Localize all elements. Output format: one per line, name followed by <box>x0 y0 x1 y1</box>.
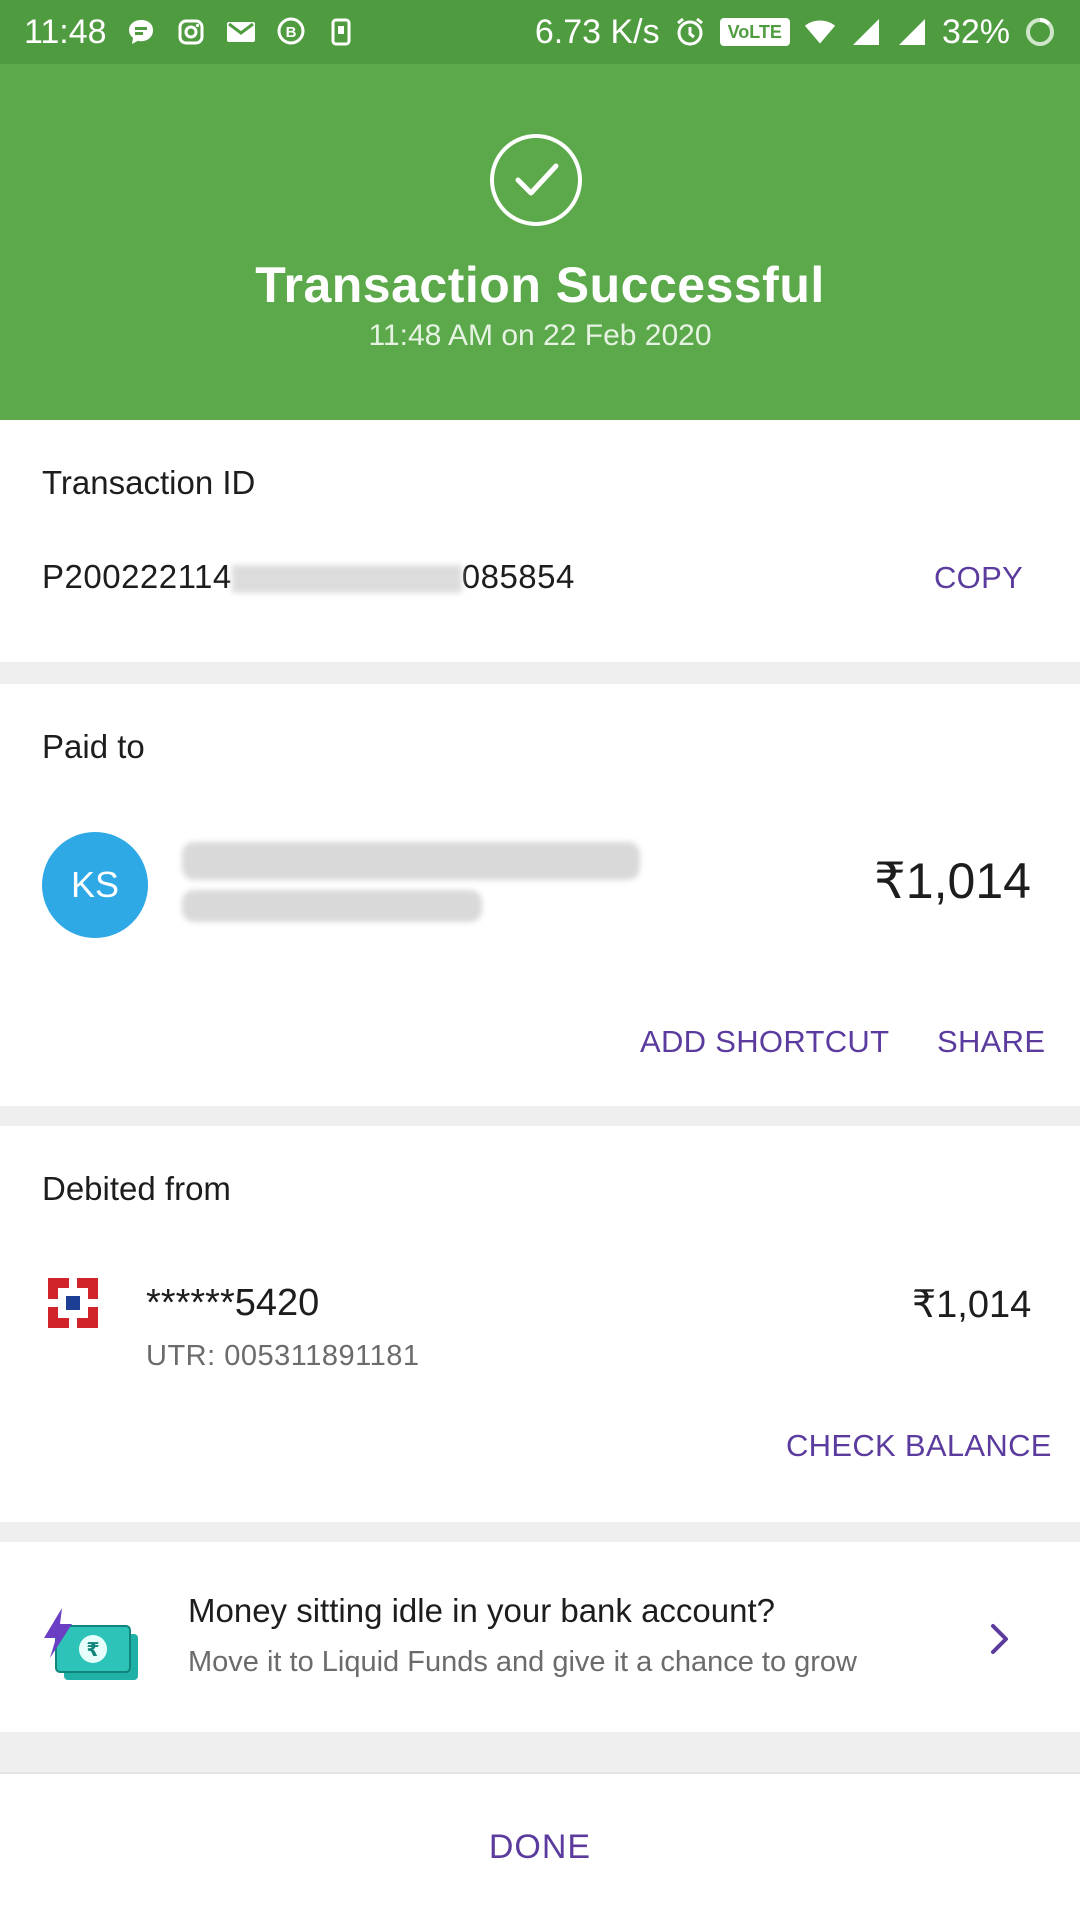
account-number: ******5420 <box>146 1282 320 1324</box>
share-button[interactable]: SHARE <box>937 1024 1045 1060</box>
check-balance-button[interactable]: CHECK BALANCE <box>786 1428 1052 1464</box>
chevron-right-icon <box>988 1622 1012 1661</box>
utr-number: UTR: 005311891181 <box>146 1340 420 1372</box>
liquid-funds-promo[interactable]: ₹ Money sitting idle in your bank accoun… <box>0 1542 1080 1732</box>
promo-title: Money sitting idle in your bank account? <box>188 1592 776 1629</box>
network-speed: 6.73 K/s <box>534 12 660 51</box>
wifi-icon <box>804 16 836 48</box>
signal-icon <box>850 16 882 48</box>
transaction-id-label: Transaction ID <box>42 464 256 501</box>
gmail-icon <box>225 16 257 48</box>
paid-amount: ₹1,014 <box>874 853 1031 909</box>
status-bar: 11:48 B 6.73 K/s VoLTE 32% <box>0 0 1080 64</box>
bank-logo-icon <box>48 1278 98 1328</box>
done-bar: DONE <box>0 1772 1080 1920</box>
add-shortcut-button[interactable]: ADD SHORTCUT <box>640 1024 889 1060</box>
promo-subtitle: Move it to Liquid Funds and give it a ch… <box>188 1646 857 1678</box>
transaction-id-suffix: 085854 <box>461 558 575 595</box>
success-header: Transaction Successful 11:48 AM on 22 Fe… <box>0 64 1080 420</box>
transaction-id-card: Transaction ID P200222114 085854 COPY <box>0 420 1080 662</box>
transaction-id-prefix: P200222114 <box>42 558 232 595</box>
clock: 11:48 <box>24 12 107 51</box>
instagram-icon <box>175 16 207 48</box>
battery-percent: 32% <box>941 12 1010 51</box>
transaction-status-title: Transaction Successful <box>255 257 825 313</box>
money-transfer-icon: ₹ <box>42 1608 142 1686</box>
svg-text:B: B <box>285 24 296 41</box>
done-button[interactable]: DONE <box>489 1828 591 1867</box>
volte-badge: VoLTE <box>719 18 790 46</box>
paid-to-label: Paid to <box>42 728 145 765</box>
alarm-icon <box>674 16 706 48</box>
svg-text:₹: ₹ <box>86 1639 99 1661</box>
redacted-block <box>231 565 462 594</box>
chat-icon <box>125 16 157 48</box>
copy-button[interactable]: COPY <box>934 560 1023 596</box>
debited-from-label: Debited from <box>42 1170 231 1207</box>
phone-icon <box>325 16 357 48</box>
transaction-id-value: P200222114 085854 <box>42 558 575 596</box>
redacted-payee-name <box>182 842 640 880</box>
success-check-icon <box>490 134 582 226</box>
battery-icon <box>1024 16 1056 48</box>
redacted-payee-id <box>182 890 482 922</box>
paid-to-card: Paid to KS ₹1,014 ADD SHORTCUT SHARE <box>0 684 1080 1106</box>
debited-amount: ₹1,014 <box>912 1284 1032 1326</box>
signal-icon-2 <box>896 16 928 48</box>
transaction-timestamp: 11:48 AM on 22 Feb 2020 <box>368 319 712 352</box>
whatsapp-business-icon: B <box>275 16 307 48</box>
avatar: KS <box>42 832 148 938</box>
debited-from-card: Debited from ******5420 UTR: 00531189118… <box>0 1126 1080 1522</box>
